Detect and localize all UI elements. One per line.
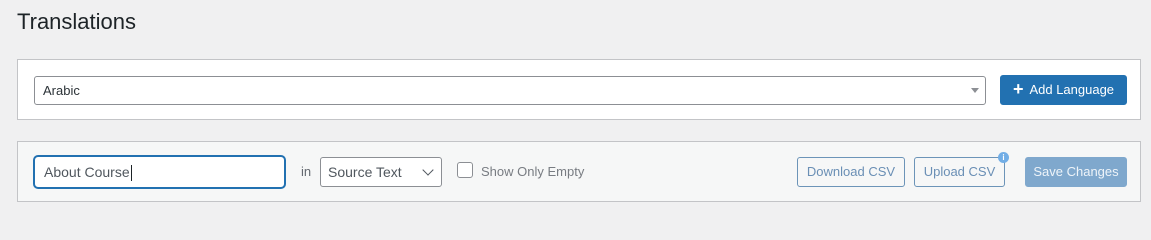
show-only-empty-label[interactable]: Show Only Empty [481,164,584,179]
search-input[interactable]: About Course [34,156,285,188]
info-icon[interactable]: i [998,152,1009,163]
search-scope-value: Source Text [328,164,402,180]
language-panel: Arabic + Add Language [17,59,1141,120]
search-scope-select[interactable]: Source Text [320,157,442,187]
caret-down-icon [971,88,979,93]
language-select-value: Arabic [43,83,80,98]
search-input-value: About Course [44,164,130,180]
page-title: Translations [17,9,137,34]
filter-panel: About Course in Source Text Show Only Em… [17,141,1141,202]
show-only-empty-checkbox[interactable] [457,162,473,178]
in-label: in [301,164,312,179]
language-select[interactable]: Arabic [34,76,986,105]
chevron-down-icon [422,164,434,176]
download-csv-button[interactable]: Download CSV [797,157,905,187]
upload-csv-button[interactable]: Upload CSV [914,157,1005,187]
plus-icon: + [1012,79,1024,99]
text-cursor [130,165,132,182]
add-language-button[interactable]: + Add Language [1000,75,1127,105]
add-language-label: Add Language [1029,82,1115,97]
save-changes-button[interactable]: Save Changes [1025,157,1127,187]
